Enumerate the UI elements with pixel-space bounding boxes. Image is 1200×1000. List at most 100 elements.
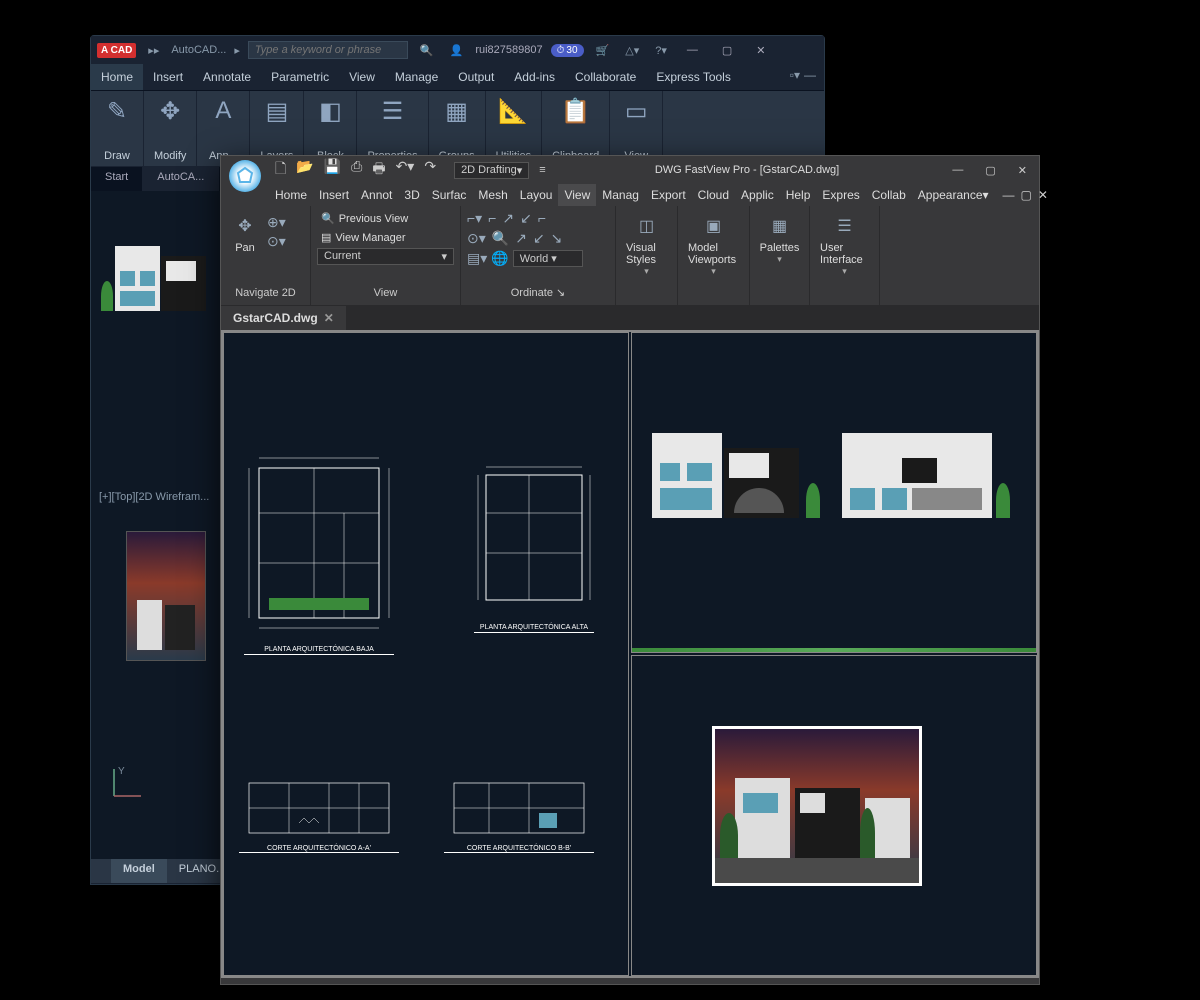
menu-item-annot[interactable]: Annot: [355, 184, 398, 206]
save-icon[interactable]: 💾: [320, 156, 345, 184]
cube-icon: ◫: [633, 212, 661, 240]
ribbon-group-label: View: [317, 285, 454, 301]
ucs-icon[interactable]: ⊙▾: [467, 230, 486, 247]
drawing-elevation-side: [842, 423, 1002, 518]
menu-item-3d[interactable]: 3D: [398, 184, 425, 206]
menu-item-collaborate[interactable]: Collaborate: [565, 64, 646, 90]
dwg-canvas[interactable]: PLANTA ARQUITECTÓNICA BAJA PLANTA ARQUIT…: [221, 330, 1039, 978]
mdi-max-icon[interactable]: ▢: [1021, 188, 1032, 202]
ucs-icon[interactable]: ⌐: [488, 210, 496, 227]
menu-item-manage[interactable]: Manage: [385, 64, 448, 90]
user-icon[interactable]: 👤: [446, 42, 468, 59]
arrow-icon[interactable]: ↘: [551, 230, 563, 247]
mdi-min-icon[interactable]: —: [1003, 188, 1015, 202]
pan-button[interactable]: ✥ Pan: [227, 210, 263, 285]
search-icon[interactable]: 🔍: [416, 42, 438, 59]
print-icon[interactable]: 🖶: [368, 156, 389, 184]
nav-arrows-icon[interactable]: ▸▸: [144, 42, 163, 59]
dropdown-icon[interactable]: ≡: [535, 162, 549, 178]
ui-button[interactable]: ☰ User Interface ▾: [816, 210, 873, 279]
viewport-top-right[interactable]: PLANTA ARQUITECTÓNICA BAJA PLANTA ARQUIT…: [223, 332, 629, 976]
menu-item-express tools[interactable]: Express Tools: [646, 64, 740, 90]
list-icon[interactable]: ▤▾: [467, 250, 487, 267]
menu-icon: ☰: [831, 212, 859, 240]
ucs-icon[interactable]: ↙: [520, 210, 532, 227]
ribbon-group-draw[interactable]: ✎Draw: [91, 91, 144, 166]
visual-styles-button[interactable]: ◫ Visual Styles ▾: [622, 210, 671, 279]
cart-icon[interactable]: 🛒: [592, 42, 614, 59]
menu-item-mesh[interactable]: Mesh: [472, 184, 513, 206]
minimize-button[interactable]: —: [944, 160, 971, 180]
ribbon-min-icon[interactable]: ▫▾: [790, 68, 800, 86]
zoom-tool-icon[interactable]: ⊙▾: [267, 233, 286, 250]
menu-item-cloud[interactable]: Cloud: [692, 184, 735, 206]
section-label: CORTE ARQUITECTÓNICO B-B': [444, 845, 594, 853]
tab-close-icon[interactable]: ✕: [324, 311, 334, 325]
redo-icon[interactable]: ↷: [420, 156, 440, 184]
menu-item-add-ins[interactable]: Add-ins: [504, 64, 565, 90]
pan-icon: ✥: [231, 212, 259, 240]
menu-item-manag[interactable]: Manag: [596, 184, 645, 206]
open-icon[interactable]: 📂: [292, 156, 317, 184]
menu-item-surfac[interactable]: Surfac: [426, 184, 473, 206]
close-button[interactable]: ✕: [748, 40, 773, 61]
ucs-icon[interactable]: ⌐: [538, 210, 546, 227]
trial-badge[interactable]: ⏱ 30: [551, 44, 584, 57]
doc-tab[interactable]: AutoCA...: [143, 167, 219, 191]
menu-item-export[interactable]: Export: [645, 184, 692, 206]
apps-icon[interactable]: △▾: [621, 42, 643, 59]
menu-item-annotate[interactable]: Annotate: [193, 64, 261, 90]
zoom-icon[interactable]: 🔍: [492, 230, 509, 247]
new-icon[interactable]: 🗋: [271, 156, 290, 184]
mdi-close-icon[interactable]: ✕: [1038, 188, 1048, 202]
menu-item-insert[interactable]: Insert: [143, 64, 193, 90]
viewport-bottom-left[interactable]: [631, 655, 1037, 976]
maximize-button[interactable]: ▢: [714, 40, 740, 61]
menu-item-output[interactable]: Output: [448, 64, 504, 90]
chevron-icon[interactable]: ▸: [234, 44, 240, 57]
doc-tab[interactable]: GstarCAD.dwg ✕: [221, 306, 346, 330]
view-combo[interactable]: Current ▾: [317, 248, 454, 265]
menu-item-insert[interactable]: Insert: [313, 184, 355, 206]
previous-view-button[interactable]: 🔍Previous View: [317, 210, 454, 227]
menu-item-view[interactable]: View: [558, 184, 596, 206]
ucs-icon[interactable]: ⌐▾: [467, 210, 482, 227]
world-combo[interactable]: World ▾: [513, 250, 583, 267]
minimize-button[interactable]: —: [679, 40, 706, 60]
menu-item-applic[interactable]: Applic: [735, 184, 780, 206]
layout-tab[interactable]: Model: [111, 859, 167, 883]
search-container: [248, 41, 408, 59]
orbit-icon[interactable]: ⊕▾: [267, 214, 286, 231]
menu-item-collab[interactable]: Collab: [866, 184, 912, 206]
viewports-button[interactable]: ▣ Model Viewports ▾: [684, 210, 743, 279]
doc-tab[interactable]: Start: [91, 167, 143, 191]
menu-item-home[interactable]: Home: [269, 184, 313, 206]
arrow-icon[interactable]: ↗: [515, 230, 527, 247]
search-input[interactable]: [248, 41, 408, 59]
menu-item-view[interactable]: View: [339, 64, 385, 90]
close-button[interactable]: ✕: [1010, 160, 1035, 181]
ribbon-group-label: Ordinate ↘: [467, 284, 609, 301]
menu-item-appearance[interactable]: Appearance▾: [912, 184, 995, 206]
saveas-icon[interactable]: ⎙: [347, 156, 366, 184]
tree-icon: [101, 281, 113, 311]
gstarcad-logo[interactable]: [229, 160, 261, 192]
workspace-selector[interactable]: 2D Drafting ▾: [454, 162, 529, 179]
view-manager-button[interactable]: ▤View Manager: [317, 229, 454, 246]
ribbon-opt-icon[interactable]: —: [804, 68, 816, 86]
menu-item-parametric[interactable]: Parametric: [261, 64, 339, 90]
viewport-top-left[interactable]: [631, 332, 1037, 653]
undo-icon[interactable]: ↶▾: [392, 156, 419, 184]
palettes-button[interactable]: ▦ Palettes ▾: [756, 210, 803, 267]
menu-item-help[interactable]: Help: [780, 184, 817, 206]
maximize-button[interactable]: ▢: [977, 160, 1003, 181]
arrow-icon[interactable]: ↙: [533, 230, 545, 247]
menu-item-home[interactable]: Home: [91, 64, 143, 90]
help-icon[interactable]: ?▾: [651, 42, 671, 59]
menu-item-layou[interactable]: Layou: [514, 184, 559, 206]
menu-item-expres[interactable]: Expres: [816, 184, 865, 206]
ucs-icon[interactable]: ↗: [502, 210, 514, 227]
ucs-axis[interactable]: Y: [106, 764, 146, 809]
ribbon-group-modify[interactable]: ✥Modify: [144, 91, 197, 166]
viewport-label[interactable]: [+][Top][2D Wirefram...: [99, 491, 209, 503]
